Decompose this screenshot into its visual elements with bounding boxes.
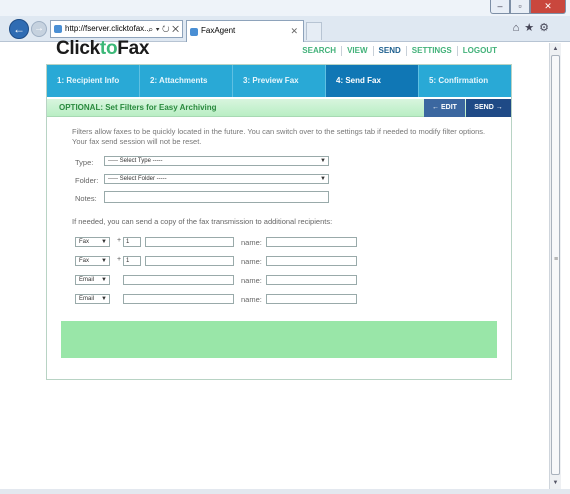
address-bar[interactable]: http://fserver.clicktofax... ⌕ ▾ ↻ ✕	[50, 20, 183, 38]
site-icon	[54, 25, 62, 33]
send-button[interactable]: SEND →	[466, 99, 511, 117]
clicktofax-logo: ClicktoFax	[56, 38, 150, 59]
tab-title: FaxAgent	[201, 26, 236, 35]
maximize-button[interactable]: ▫	[510, 0, 530, 14]
recipient-4-name-input[interactable]	[266, 294, 357, 304]
address-text: http://fserver.clicktofax...	[65, 24, 151, 33]
tab-site-icon	[190, 28, 198, 36]
nav-settings[interactable]: SETTINGS	[405, 46, 457, 56]
folder-label: Folder:	[75, 176, 99, 185]
window-bottom-edge	[0, 489, 570, 494]
chevron-down-icon: ▼	[101, 258, 107, 264]
address-tools-icon[interactable]: ⌕ ▾ ↻ ✕	[148, 21, 179, 37]
nav-send[interactable]: SEND	[372, 46, 406, 56]
recipient-1-name-label: name:	[241, 238, 262, 247]
recipient-3-name-label: name:	[241, 276, 262, 285]
minimize-button[interactable]: –	[490, 0, 510, 14]
command-icons[interactable]: ⌂★⚙	[513, 21, 554, 34]
recipient-4-method-select[interactable]: Email ▼	[75, 294, 110, 304]
recipient-3-email-input[interactable]	[123, 275, 234, 285]
optional-filters-bar: OPTIONAL: Set Filters for Easy Archiving…	[47, 99, 511, 117]
recipient-2-country-code[interactable]: 1	[123, 256, 141, 266]
recipient-3-name-input[interactable]	[266, 275, 357, 285]
chevron-down-icon: ▼	[101, 239, 107, 245]
filters-intro-text: Filters allow faxes to be quickly locate…	[72, 127, 486, 146]
additional-recipients-label: If needed, you can send a copy of the fa…	[72, 217, 333, 226]
vertical-scrollbar[interactable]: ▲ ≡ ▼	[549, 43, 561, 489]
recipient-1-name-input[interactable]	[266, 237, 357, 247]
optional-filters-label: OPTIONAL: Set Filters for Easy Archiving	[59, 103, 217, 112]
recipient-1-method-select[interactable]: Fax ▼	[75, 237, 110, 247]
scroll-grip-icon: ≡	[554, 256, 559, 263]
type-select[interactable]: ----- Select Type ----- ▼	[104, 156, 329, 166]
app-header: ClicktoFax SEARCH VIEW SEND SETTINGS LOG…	[46, 38, 512, 62]
chevron-down-icon: ▼	[320, 176, 326, 182]
chevron-down-icon: ▼	[101, 277, 107, 283]
notes-input[interactable]	[104, 191, 329, 203]
send-fax-panel: 1: Recipient Info 2: Attachments 3: Prev…	[46, 64, 512, 380]
plus-sign: +	[117, 237, 122, 244]
back-button[interactable]: ←	[9, 19, 29, 39]
recipient-2-method-select[interactable]: Fax ▼	[75, 256, 110, 266]
plus-sign: +	[117, 256, 122, 263]
recipient-2-name-input[interactable]	[266, 256, 357, 266]
type-label: Type:	[75, 158, 94, 167]
top-navigation: SEARCH VIEW SEND SETTINGS LOGOUT	[297, 46, 502, 56]
recipient-4-name-label: name:	[241, 295, 262, 304]
scroll-down-icon[interactable]: ▼	[550, 477, 561, 489]
recipient-1-fax-number[interactable]	[145, 237, 234, 247]
recipient-2-fax-number[interactable]	[145, 256, 234, 266]
step-send-fax[interactable]: 4: Send Fax	[326, 65, 419, 97]
forward-button[interactable]: →	[31, 21, 47, 37]
recipient-4-email-input[interactable]	[123, 294, 234, 304]
folder-select[interactable]: ----- Select Folder ----- ▼	[104, 174, 329, 184]
step-confirmation[interactable]: 5: Confirmation	[419, 65, 511, 97]
nav-view[interactable]: VIEW	[341, 46, 372, 56]
window-titlebar: – ▫ ✕	[0, 0, 570, 16]
chevron-down-icon: ▼	[320, 158, 326, 164]
step-attachments[interactable]: 2: Attachments	[140, 65, 233, 97]
recipient-1-country-code[interactable]: 1	[123, 237, 141, 247]
wizard-steps: 1: Recipient Info 2: Attachments 3: Prev…	[47, 65, 511, 97]
recipient-3-method-select[interactable]: Email ▼	[75, 275, 110, 285]
status-message-area	[61, 321, 497, 358]
scroll-up-icon[interactable]: ▲	[550, 43, 561, 55]
close-window-button[interactable]: ✕	[530, 0, 566, 14]
notes-label: Notes:	[75, 194, 97, 203]
step-preview-fax[interactable]: 3: Preview Fax	[233, 65, 326, 97]
step-recipient-info[interactable]: 1: Recipient Info	[47, 65, 140, 97]
nav-logout[interactable]: LOGOUT	[456, 46, 502, 56]
scroll-thumb[interactable]: ≡	[551, 55, 560, 475]
chevron-down-icon: ▼	[101, 296, 107, 302]
recipient-2-name-label: name:	[241, 257, 262, 266]
nav-search[interactable]: SEARCH	[297, 46, 341, 56]
edit-button[interactable]: ← EDIT	[424, 99, 465, 117]
